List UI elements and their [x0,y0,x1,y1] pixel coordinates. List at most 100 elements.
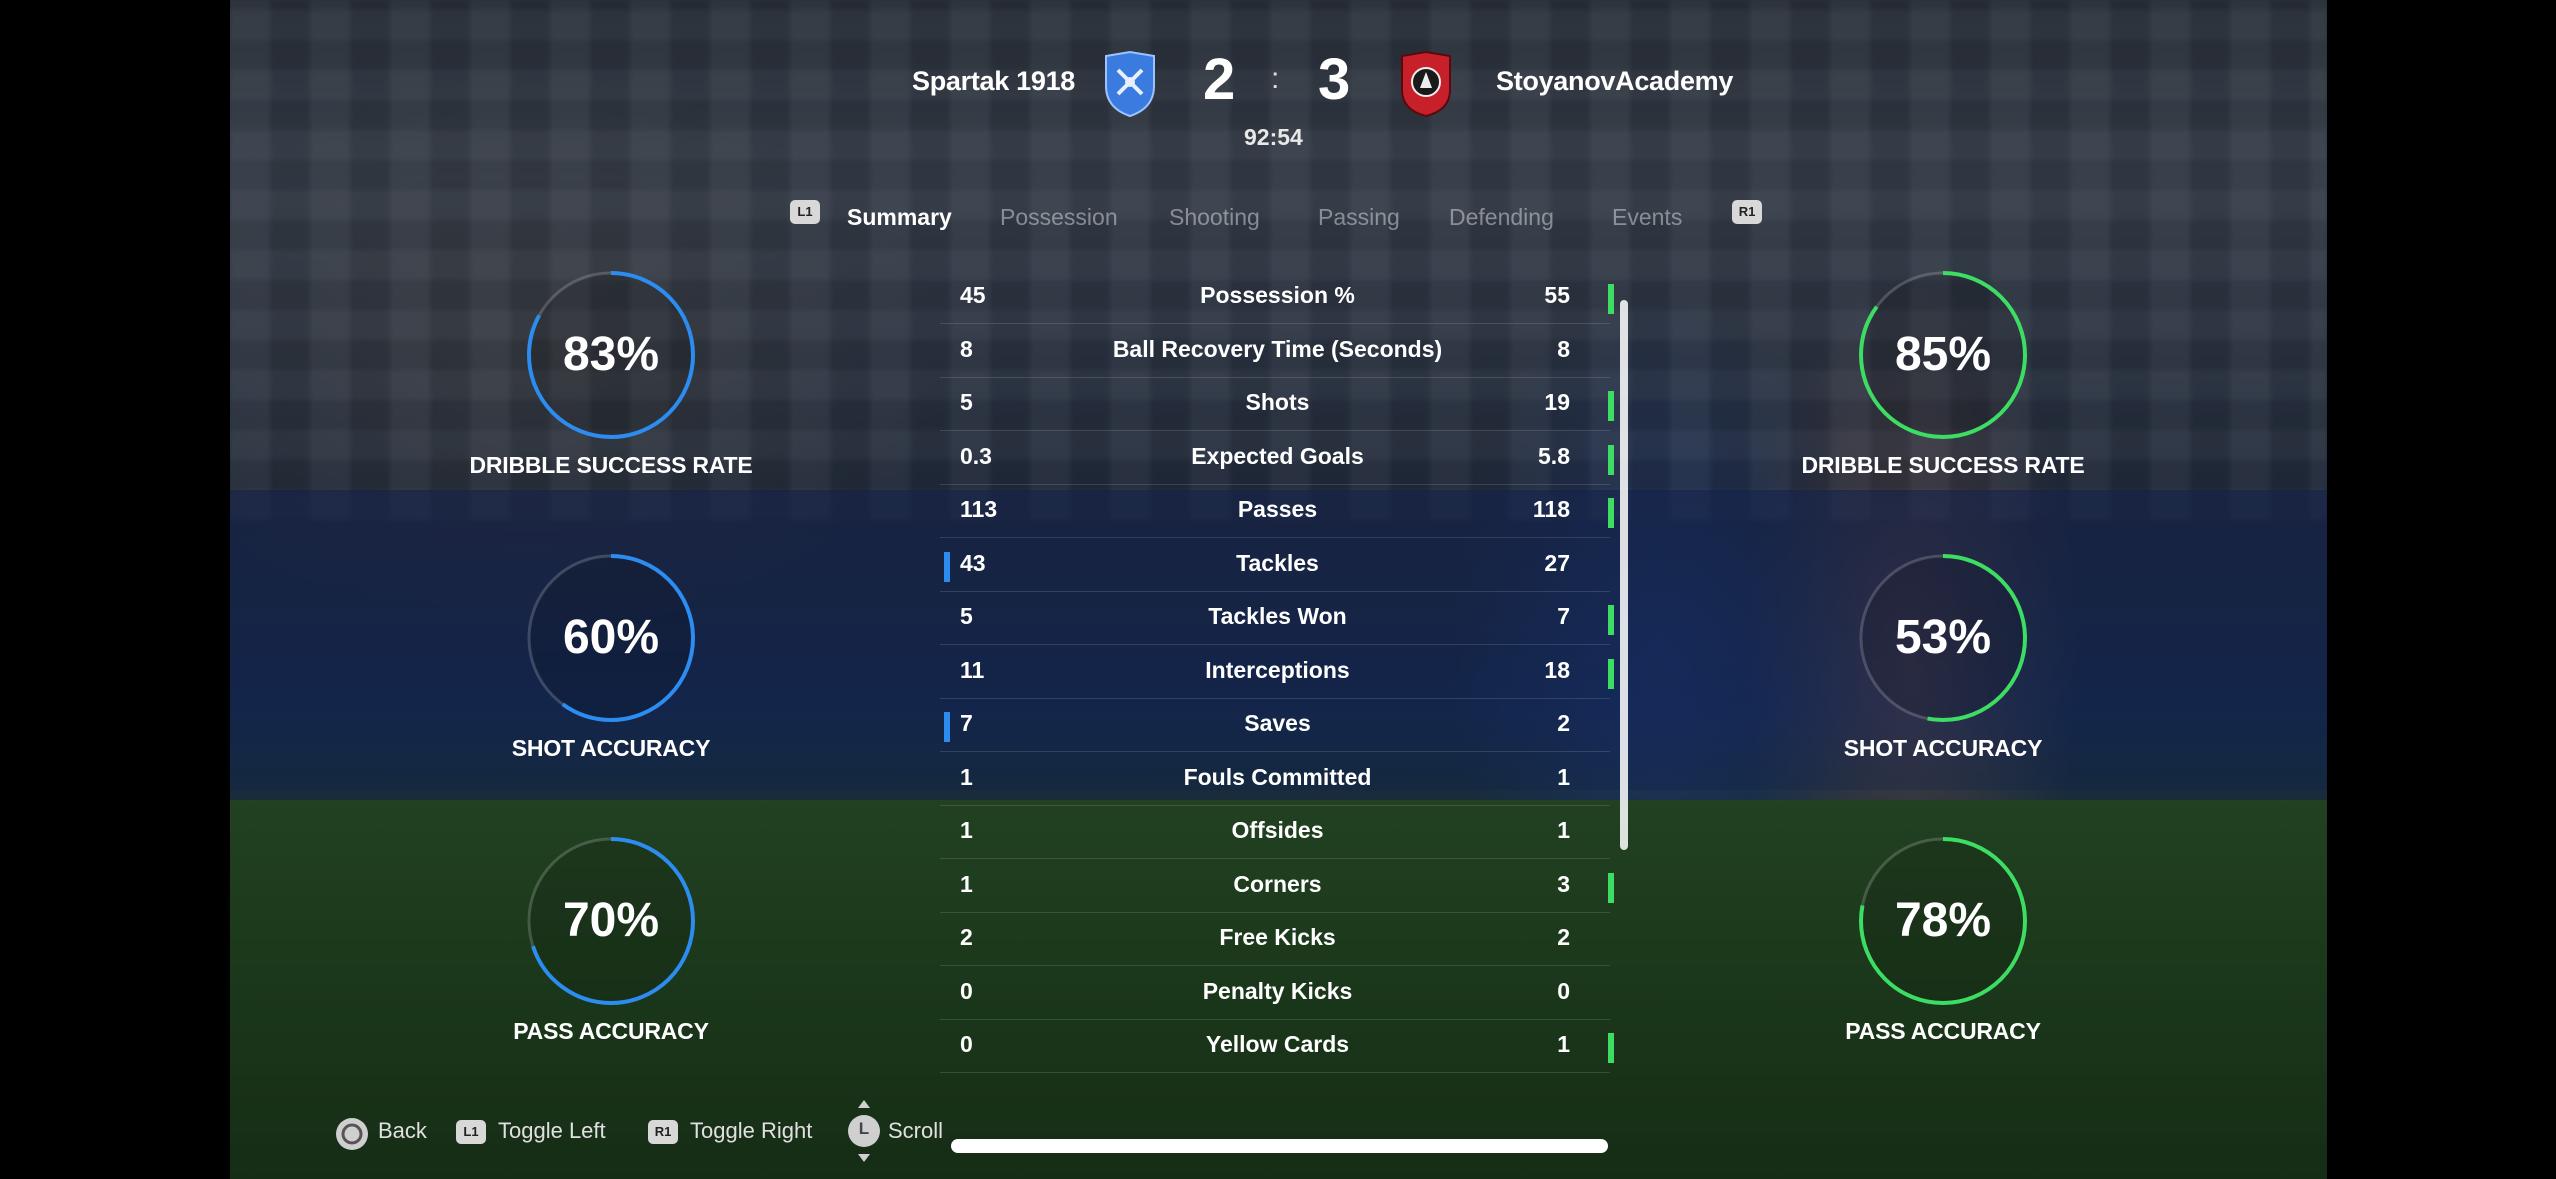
stat-row: 0 Penalty Kicks 0 [940,966,1610,1020]
stat-label: Fouls Committed [1183,763,1372,790]
stat-row: 5 Tackles Won 7 [940,591,1614,645]
match-clock: 92:54 [1244,124,1303,150]
away-stat-value: 1 [1557,1031,1570,1057]
away-lead-indicator [1608,498,1614,528]
stat-label: Tackles [1236,549,1319,576]
home-score: 2 [1203,47,1236,112]
home-stat-value: 8 [960,335,973,362]
circle-button-icon [336,1118,368,1150]
away-lead-indicator [1608,872,1614,903]
hint-back[interactable]: Back [378,1118,427,1144]
stat-label: Tackles Won [1208,603,1347,629]
home-stat-value: 2 [960,924,973,950]
away-lead-indicator [1608,1033,1614,1063]
tab-summary[interactable]: Summary [847,204,952,231]
away-lead-indicator [1608,605,1614,635]
away-ring-1: 85% [1853,265,2033,445]
away-ring-3: 78% [1853,831,2033,1011]
away-score: 3 [1318,47,1351,112]
home-stat-value: 0.3 [960,442,992,469]
away-stat-value: 1 [1557,817,1570,843]
away-stat-value: 7 [1557,603,1570,629]
stat-label: Passes [1237,496,1318,522]
home-stat-value: 11 [960,656,985,683]
away-stat-value: 0 [1557,977,1570,1004]
ring-value: 70% [562,894,660,947]
stat-row: 5 Shots 19 [940,377,1614,431]
stats-scrollbar[interactable] [1620,300,1628,850]
home-stat-value: 1 [960,870,973,897]
stat-label: Shots [1245,389,1310,415]
away-lead-indicator [1608,444,1614,475]
l1-button-icon[interactable]: L1 [790,200,820,224]
ring-label: DRIBBLE SUCCESS RATE [469,452,753,478]
stat-row: 2 Free Kicks 2 [940,912,1610,966]
home-stat-value: 0 [960,977,973,1004]
scroll-stick-label: L [858,1119,870,1138]
away-stat-value: 8 [1557,335,1570,362]
stat-row: 0.3 Expected Goals 5.8 [940,431,1614,485]
stat-row: 1 Fouls Committed 1 [940,752,1610,806]
stat-row: 1 Offsides 1 [940,805,1610,859]
home-ring-1: 83% [521,265,701,445]
home-stat-value: 45 [960,282,986,308]
home-stat-value: 0 [960,1031,973,1057]
away-ring-2: 53% [1853,548,2033,728]
stat-label: Expected Goals [1191,442,1364,469]
stat-label: Corners [1233,870,1322,897]
away-stat-value: 1 [1557,763,1570,790]
stat-label: Yellow Cards [1205,1031,1350,1057]
home-stat-value: 1 [960,763,973,790]
stat-row: 1 Corners 3 [940,859,1614,913]
stat-row: 113 Passes 118 [940,484,1614,538]
away-team-name: StoyanovAcademy [1496,66,1734,96]
hint-toggle-right[interactable]: Toggle Right [690,1118,812,1144]
ring-value: 60% [562,611,660,664]
home-stat-value: 43 [960,549,986,576]
ring-label: PASS ACCURACY [1845,1018,2041,1044]
away-stat-value: 118 [1532,496,1570,522]
stat-label: Ball Recovery Time (Seconds) [1112,335,1443,362]
ring-label: SHOT ACCURACY [1843,735,2043,761]
home-ring-3: 70% [521,831,701,1011]
stat-row: 7 Saves 2 [940,698,1610,752]
score-separator: : [1271,62,1280,95]
away-stat-value: 2 [1557,710,1570,736]
away-lead-indicator [1608,284,1614,314]
ring-label: PASS ACCURACY [513,1018,709,1044]
away-stat-value: 5.8 [1538,442,1570,469]
home-stat-value: 5 [960,389,973,415]
hint-toggle-left[interactable]: Toggle Left [498,1118,606,1144]
home-indicator[interactable] [951,1139,1608,1153]
away-team-crest-icon [1401,50,1451,118]
tab-possession[interactable]: Possession [1000,204,1118,231]
home-stat-value: 113 [960,496,998,522]
away-lead-indicator [1608,658,1614,689]
stat-row: 8 Ball Recovery Time (Seconds) 8 [940,324,1610,378]
away-stat-value: 18 [1544,656,1570,683]
tab-events[interactable]: Events [1612,204,1682,231]
stat-label: Interceptions [1205,656,1350,683]
tab-defending[interactable]: Defending [1449,204,1554,231]
l1-hint-icon: L1 [456,1120,486,1144]
home-stat-value: 5 [960,603,973,629]
home-ring-2: 60% [521,548,701,728]
ring-value: 83% [562,328,660,381]
ring-value: 78% [1894,894,1992,947]
stat-label: Free Kicks [1219,924,1336,950]
away-stat-value: 2 [1557,924,1570,950]
stat-row: 0 Yellow Cards 1 [940,1019,1614,1073]
tab-passing[interactable]: Passing [1318,204,1400,231]
stat-row: 45 Possession % 55 [940,270,1614,324]
hint-scroll[interactable]: Scroll [888,1118,943,1144]
r1-hint-icon: R1 [648,1120,678,1144]
away-lead-indicator [1608,391,1614,421]
ring-label: DRIBBLE SUCCESS RATE [1801,452,2085,478]
stat-label: Penalty Kicks [1202,977,1353,1004]
away-stat-value: 55 [1544,282,1570,308]
tab-shooting[interactable]: Shooting [1169,204,1260,231]
r1-button-icon[interactable]: R1 [1732,200,1762,224]
ring-value: 53% [1894,611,1992,664]
stat-row: 43 Tackles 27 [940,538,1610,592]
ring-label: SHOT ACCURACY [511,735,711,761]
